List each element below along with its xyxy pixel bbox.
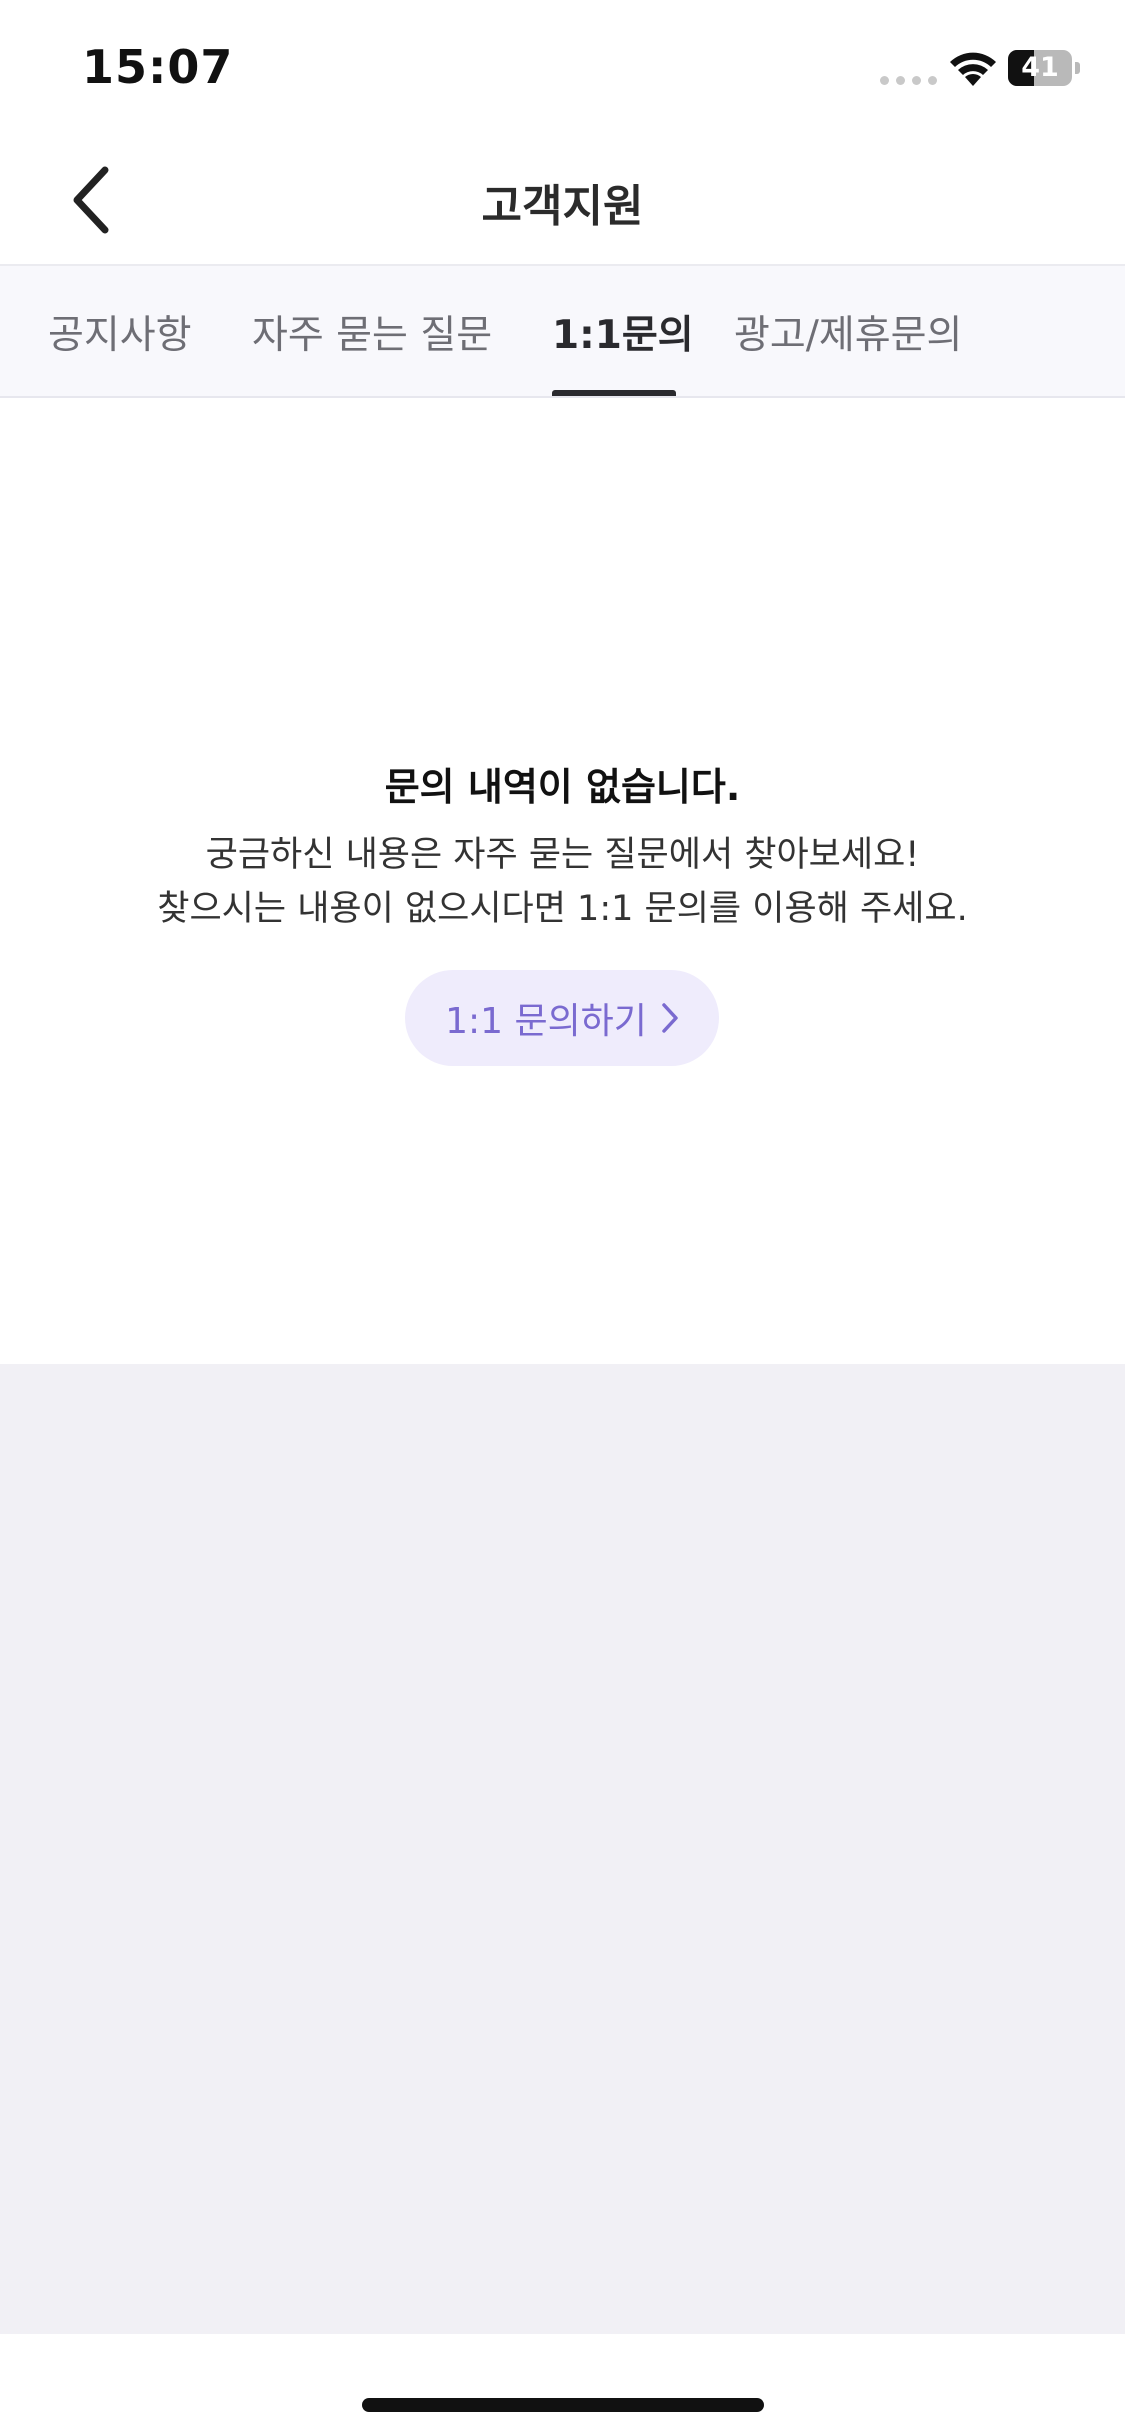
inquiry-button-label: 1:1 문의하기 <box>445 1001 647 1042</box>
home-indicator[interactable] <box>362 2398 764 2412</box>
active-tab-indicator <box>552 390 676 396</box>
status-bar: 15:07 41 <box>0 0 1125 134</box>
inquiry-button[interactable]: 1:1 문의하기 <box>405 970 719 1066</box>
battery-level: 41 <box>1021 52 1059 83</box>
status-time: 15:07 <box>82 40 234 94</box>
battery-icon: 41 <box>1008 50 1080 86</box>
chevron-right-icon <box>662 1003 678 1033</box>
home-indicator-area <box>0 2334 1125 2436</box>
tab-faq[interactable]: 자주 묻는 질문 <box>252 266 492 398</box>
cellular-signal-icon <box>880 76 937 85</box>
tab-bar: 공지사항 자주 묻는 질문 1:1문의 광고/제휴문의 <box>0 266 1125 398</box>
background-area <box>0 1364 1125 2334</box>
tab-ad-partnership[interactable]: 광고/제휴문의 <box>734 266 962 398</box>
empty-state: 문의 내역이 없습니다. 궁금하신 내용은 자주 묻는 질문에서 찾아보세요! … <box>0 398 1125 1364</box>
wifi-icon <box>950 52 996 86</box>
empty-state-description-2: 찾으시는 내용이 없으시다면 1:1 문의를 이용해 주세요. <box>157 889 968 929</box>
empty-state-description-1: 궁금하신 내용은 자주 묻는 질문에서 찾아보세요! <box>205 835 920 875</box>
tab-notice[interactable]: 공지사항 <box>48 266 192 398</box>
header: 고객지원 <box>0 134 1125 266</box>
empty-state-title: 문의 내역이 없습니다. <box>384 765 741 809</box>
page-title: 고객지원 <box>481 181 644 232</box>
tab-inquiry[interactable]: 1:1문의 <box>552 266 694 398</box>
